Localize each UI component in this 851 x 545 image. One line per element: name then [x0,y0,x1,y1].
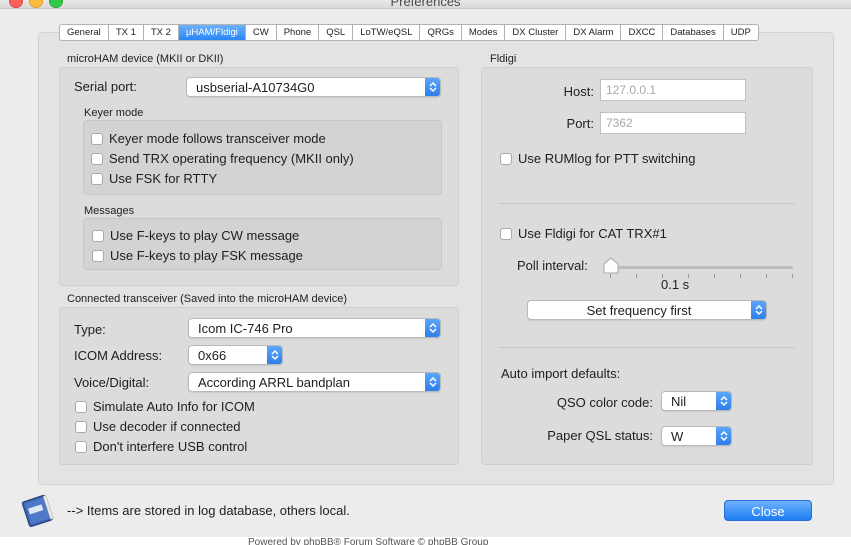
slider-knob-icon[interactable] [601,256,621,276]
tab-cw[interactable]: CW [246,25,277,40]
dont-interfere-usb-checkbox[interactable]: Don't interfere USB control [75,439,247,454]
serial-port-select[interactable]: usbserial-A10734G0 [186,77,441,97]
fkeys-fsk-checkbox[interactable]: Use F-keys to play FSK message [92,248,303,263]
tab-modes[interactable]: Modes [462,25,506,40]
chevron-updown-icon [425,373,440,391]
poll-interval-label: Poll interval: [517,258,588,273]
tab-microham-fldigi[interactable]: µHAM/Fldigi [178,25,246,40]
tab-dxcc[interactable]: DXCC [621,25,664,40]
tab-dx-alarm[interactable]: DX Alarm [566,25,622,40]
voice-digital-value: According ARRL bandplan [198,375,351,390]
separator [499,347,795,348]
poll-interval-slider[interactable] [606,266,793,269]
auto-import-label: Auto import defaults: [501,366,621,381]
type-label: Type: [74,322,106,337]
fkeys-cw-checkbox[interactable]: Use F-keys to play CW message [92,228,299,243]
transceiver-type-value: Icom IC-746 Pro [198,321,293,336]
fldigi-cat-checkbox[interactable]: Use Fldigi for CAT TRX#1 [500,226,667,241]
tab-qrgs[interactable]: QRGs [420,25,462,40]
microham-group-label: microHAM device (MKII or DKII) [67,53,224,65]
tab-tx1[interactable]: TX 1 [109,25,144,40]
send-trx-freq-checkbox[interactable]: Send TRX operating frequency (MKII only) [91,151,354,166]
tab-general[interactable]: General [60,25,109,40]
port-input[interactable]: 7362 [600,112,746,134]
messages-label: Messages [84,205,135,217]
chevron-updown-icon [716,427,731,445]
paper-qsl-label: Paper QSL status: [547,428,653,443]
background-page-strip: Powered by phpBB® Forum Software © phpBB… [0,537,851,545]
use-fsk-rtty-checkbox[interactable]: Use FSK for RTTY [91,171,217,186]
title-bar: Preferences [0,0,851,9]
tab-tx2[interactable]: TX 2 [144,25,179,40]
chevron-updown-icon [425,319,440,337]
set-frequency-select[interactable]: Set frequency first [527,300,767,320]
transceiver-type-select[interactable]: Icom IC-746 Pro [188,318,441,338]
keyer-follows-mode-checkbox[interactable]: Keyer mode follows transceiver mode [91,131,326,146]
tab-udp[interactable]: UDP [724,25,758,40]
poll-interval-value: 0.1 s [661,277,690,292]
paper-qsl-value: W [671,429,684,444]
qso-color-select[interactable]: Nil [661,391,732,411]
set-frequency-value: Set frequency first [586,303,692,318]
separator [499,203,795,204]
host-label: Host: [563,84,594,99]
icom-address-select[interactable]: 0x66 [188,345,283,365]
use-decoder-checkbox[interactable]: Use decoder if connected [75,419,240,434]
qso-color-label: QSO color code: [556,395,653,410]
qso-color-value: Nil [671,394,687,409]
log-book-icon [21,494,54,527]
voice-digital-label: Voice/Digital: [74,375,150,390]
voice-digital-select[interactable]: According ARRL bandplan [188,372,441,392]
keyer-mode-label: Keyer mode [84,107,144,119]
chevron-updown-icon [267,346,282,364]
close-button[interactable]: Close [724,500,812,521]
tab-lotw-eqsl[interactable]: LoTW/eQSL [353,25,421,40]
tab-phone[interactable]: Phone [277,25,320,40]
preferences-tabs: General TX 1 TX 2 µHAM/Fldigi CW Phone Q… [59,24,759,41]
tab-qsl[interactable]: QSL [319,25,354,40]
chevron-updown-icon [751,301,766,319]
chevron-updown-icon [425,78,440,96]
fldigi-group-label: Fldigi [490,53,517,65]
tab-dx-cluster[interactable]: DX Cluster [505,25,567,40]
storage-note: --> Items are stored in log database, ot… [67,503,350,518]
tab-databases[interactable]: Databases [663,25,724,40]
serial-port-label: Serial port: [74,79,137,94]
paper-qsl-select[interactable]: W [661,426,732,446]
rumlog-ptt-checkbox[interactable]: Use RUMlog for PTT switching [500,151,695,166]
chevron-updown-icon [716,392,731,410]
serial-port-value: usbserial-A10734G0 [196,80,315,95]
window-title: Preferences [390,0,461,9]
transceiver-group-label: Connected transceiver (Saved into the mi… [67,293,348,305]
background-footer-text: Powered by phpBB® Forum Software © phpBB… [248,537,489,545]
icom-address-value: 0x66 [198,348,227,363]
simulate-auto-info-checkbox[interactable]: Simulate Auto Info for ICOM [75,399,255,414]
port-label: Port: [566,116,594,131]
icom-address-label: ICOM Address: [74,348,163,363]
host-input[interactable]: 127.0.0.1 [600,79,746,101]
